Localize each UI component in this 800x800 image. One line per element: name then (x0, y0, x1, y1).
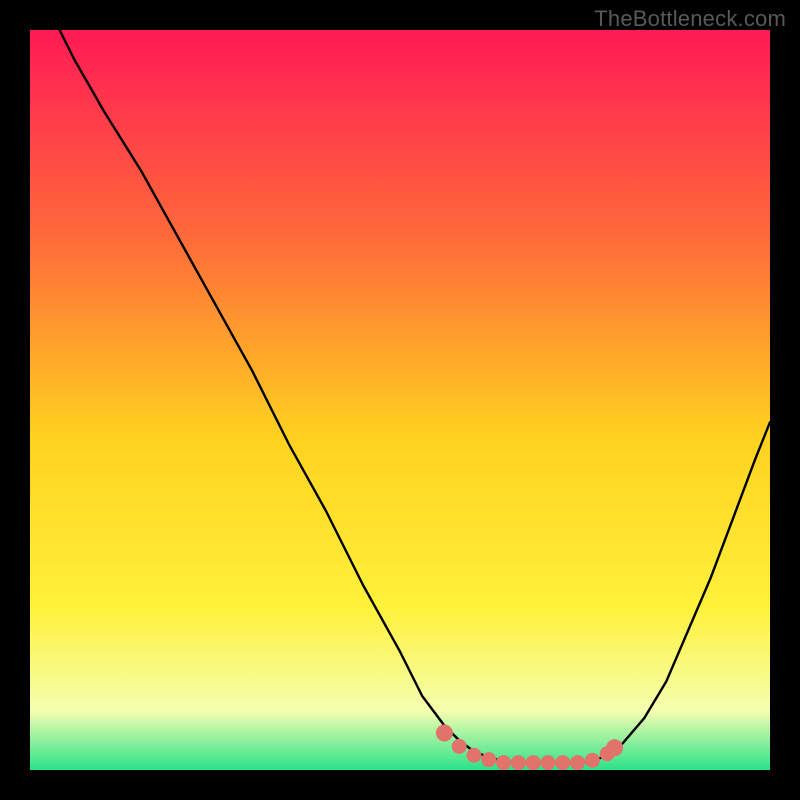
highlight-dot (585, 753, 600, 768)
plot-area (30, 30, 770, 770)
highlight-dot (606, 739, 623, 756)
chart-svg (30, 30, 770, 770)
gradient-background (30, 30, 770, 770)
highlight-dot (481, 752, 496, 767)
highlight-dot (467, 748, 482, 763)
chart-frame: TheBottleneck.com (0, 0, 800, 800)
highlight-dot (570, 755, 585, 770)
highlight-dot (436, 725, 453, 742)
watermark-text: TheBottleneck.com (594, 6, 786, 32)
highlight-dot (526, 755, 541, 770)
highlight-dot (555, 755, 570, 770)
highlight-dot (452, 739, 467, 754)
highlight-dot (511, 755, 526, 770)
highlight-dot (541, 755, 556, 770)
highlight-dot (496, 755, 511, 770)
